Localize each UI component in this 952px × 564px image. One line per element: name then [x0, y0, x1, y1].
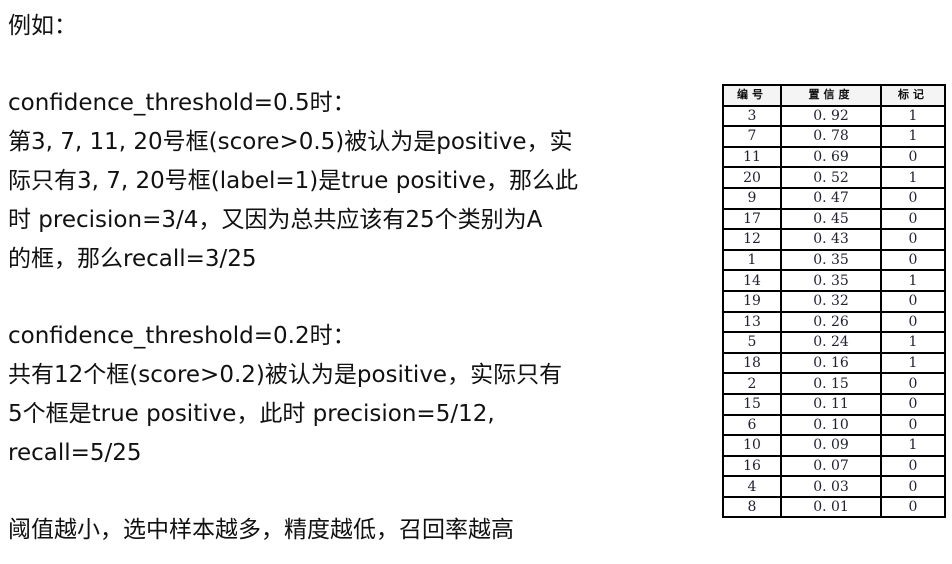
- text-line: confidence_threshold=0.5时：: [8, 90, 356, 116]
- table-row: 8 0. 01 0: [722, 495, 946, 519]
- table-row: 13 0. 26 0: [722, 310, 946, 334]
- text-line: 例如：: [8, 13, 77, 39]
- cell-id: 12: [722, 228, 782, 251]
- table-row: 7 0. 78 1: [722, 125, 946, 148]
- cell-id: 5: [722, 331, 782, 354]
- cell-id: 3: [722, 104, 782, 128]
- cell-label: 0: [880, 392, 946, 416]
- cell-label: 0: [880, 454, 946, 478]
- cell-label: 1: [880, 434, 946, 457]
- cell-id: 2: [722, 372, 782, 395]
- cell-confidence: 0. 78: [780, 125, 882, 148]
- cell-confidence: 0. 15: [780, 372, 882, 395]
- table-row: 20 0. 52 1: [722, 166, 946, 189]
- table-row: 4 0. 03 0: [722, 475, 946, 498]
- cell-label: 0: [880, 207, 946, 231]
- cell-label: 1: [880, 351, 946, 375]
- cell-label: 1: [880, 166, 946, 189]
- table-row: 16 0. 07 0: [722, 454, 946, 478]
- cell-confidence: 0. 32: [780, 289, 882, 313]
- cell-label: 1: [880, 331, 946, 354]
- table-row: 10 0. 09 1: [722, 434, 946, 457]
- cell-label: 0: [880, 372, 946, 395]
- header-confidence: 置信度: [780, 84, 882, 107]
- header-id: 编号: [722, 84, 782, 107]
- cell-confidence: 0. 43: [780, 228, 882, 251]
- cell-label: 0: [880, 289, 946, 313]
- table-row: 15 0. 11 0: [722, 392, 946, 416]
- cell-confidence: 0. 16: [780, 351, 882, 375]
- table-row: 17 0. 45 0: [722, 207, 946, 231]
- cell-id: 14: [722, 269, 782, 292]
- text-line: 共有12个框(score>0.2)被认为是positive，实际只有: [8, 362, 563, 388]
- cell-confidence: 0. 10: [780, 413, 882, 437]
- cell-confidence: 0. 69: [780, 145, 882, 169]
- cell-label: 1: [880, 125, 946, 148]
- cell-label: 1: [880, 269, 946, 292]
- header-label: 标记: [880, 84, 946, 107]
- cell-id: 8: [722, 495, 782, 519]
- table-row: 18 0. 16 1: [722, 351, 946, 375]
- text-line: 第3, 7, 11, 20号框(score>0.5)被认为是positive，实: [8, 129, 573, 155]
- cell-confidence: 0. 01: [780, 495, 882, 519]
- cell-label: 0: [880, 145, 946, 169]
- cell-id: 10: [722, 434, 782, 457]
- cell-confidence: 0. 47: [780, 186, 882, 210]
- cell-id: 4: [722, 475, 782, 498]
- table-row: 19 0. 32 0: [722, 289, 946, 313]
- table-row: 6 0. 10 0: [722, 413, 946, 437]
- cell-confidence: 0. 35: [780, 269, 882, 292]
- table-row: 2 0. 15 0: [722, 372, 946, 395]
- cell-confidence: 0. 09: [780, 434, 882, 457]
- cell-confidence: 0. 45: [780, 207, 882, 231]
- text-line: 际只有3, 7, 20号框(label=1)是true positive，那么此: [8, 168, 578, 194]
- cell-id: 6: [722, 413, 782, 437]
- cell-id: 15: [722, 392, 782, 416]
- cell-confidence: 0. 11: [780, 392, 882, 416]
- cell-confidence: 0. 92: [780, 104, 882, 128]
- table-row: 9 0. 47 0: [722, 186, 946, 210]
- cell-confidence: 0. 52: [780, 166, 882, 189]
- cell-id: 17: [722, 207, 782, 231]
- cell-label: 0: [880, 248, 946, 272]
- text-line: 的框，那么recall=3/25: [8, 246, 257, 272]
- cell-confidence: 0. 35: [780, 248, 882, 272]
- table-row: 14 0. 35 1: [722, 269, 946, 292]
- cell-label: 0: [880, 310, 946, 334]
- cell-label: 1: [880, 104, 946, 128]
- table-row: 5 0. 24 1: [722, 331, 946, 354]
- cell-id: 9: [722, 186, 782, 210]
- cell-id: 7: [722, 125, 782, 148]
- text-line: confidence_threshold=0.2时：: [8, 323, 356, 349]
- text-line: 时 precision=3/4，又因为总共应该有25个类别为A: [8, 207, 543, 233]
- cell-confidence: 0. 07: [780, 454, 882, 478]
- table-row: 3 0. 92 1: [722, 104, 946, 128]
- table-row: 12 0. 43 0: [722, 228, 946, 251]
- cell-label: 0: [880, 228, 946, 251]
- cell-confidence: 0. 26: [780, 310, 882, 334]
- cell-id: 1: [722, 248, 782, 272]
- cell-label: 0: [880, 475, 946, 498]
- cell-label: 0: [880, 413, 946, 437]
- text-line: recall=5/25: [8, 440, 142, 466]
- cell-id: 11: [722, 145, 782, 169]
- cell-label: 0: [880, 495, 946, 519]
- cell-id: 16: [722, 454, 782, 478]
- cell-label: 0: [880, 186, 946, 210]
- text-line: 5个框是true positive，此时 precision=5/12,: [8, 401, 495, 427]
- text-line: 阈值越小，选中样本越多，精度越低，召回率越高: [8, 517, 514, 543]
- cell-id: 13: [722, 310, 782, 334]
- table-row: 1 0. 35 0: [722, 248, 946, 272]
- table-row: 11 0. 69 0: [722, 145, 946, 169]
- cell-confidence: 0. 24: [780, 331, 882, 354]
- score-table: 编号 置信度 标记 3 0. 92 1 7 0. 78 1 11 0. 69 0 20 0. 52 1…: [722, 84, 946, 519]
- cell-id: 19: [722, 289, 782, 313]
- cell-confidence: 0. 03: [780, 475, 882, 498]
- cell-id: 18: [722, 351, 782, 375]
- cell-id: 20: [722, 166, 782, 189]
